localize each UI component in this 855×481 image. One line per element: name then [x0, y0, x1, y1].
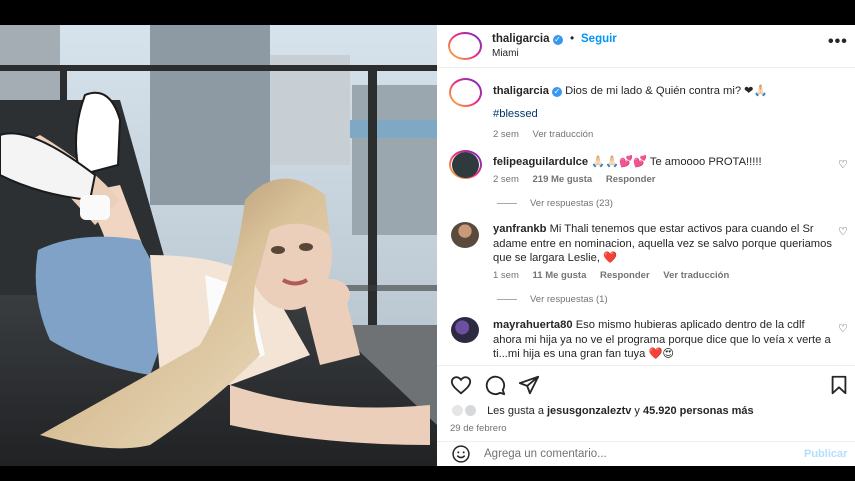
comment-like-heart-icon[interactable]: ♡: [838, 225, 848, 238]
view-replies-button[interactable]: Ver respuestas (23): [497, 198, 613, 209]
comment-text-block: yanfrankb Mi Thali tenemos que estar act…: [493, 222, 833, 266]
comment-like-heart-icon[interactable]: ♡: [838, 322, 848, 335]
comment-text-block: felipeaguilardulce 🙏🏻🙏🏻💕💕 Te amoooo PROT…: [493, 155, 833, 170]
author-username[interactable]: thaligarcia ✓: [492, 33, 563, 45]
comment-meta: 1 sem 11 Me gusta Responder Ver traducci…: [493, 270, 740, 281]
likes-summary[interactable]: Les gusta a jesusgonzaleztv y 45.920 per…: [451, 404, 754, 417]
comment-username[interactable]: mayrahuerta80: [493, 319, 573, 331]
caption-time[interactable]: 2 sem: [493, 129, 519, 140]
comment-translate-link[interactable]: Ver traducción: [663, 270, 729, 281]
post-side-panel: thaligarcia ✓ • Seguir Miami ••• thaligar…: [437, 25, 855, 466]
comment-text: 🙏🏻🙏🏻💕💕 Te amoooo PROTA!!!!!: [591, 156, 762, 168]
comment-text-block: mayrahuerta80 Eso mismo hubieras aplicad…: [493, 318, 833, 362]
post-actions: Les gusta a jesusgonzaleztv y 45.920 per…: [437, 365, 855, 441]
comment-input[interactable]: [484, 445, 784, 463]
liker-username[interactable]: jesusgonzaleztv: [547, 405, 631, 417]
publish-button[interactable]: Publicar: [804, 448, 847, 460]
post-modal: thaligarcia ✓ • Seguir Miami ••• thaligar…: [0, 0, 855, 481]
reply-button[interactable]: Responder: [606, 174, 656, 185]
liker-avatar: [464, 404, 477, 417]
post-photo[interactable]: [0, 25, 437, 466]
follow-button[interactable]: Seguir: [581, 33, 617, 45]
smiley-icon[interactable]: [450, 444, 472, 464]
caption-text-block: thaligarcia ✓ Dios de mi lado & Quién con…: [493, 84, 833, 99]
comment-time[interactable]: 2 sem: [493, 174, 519, 185]
likes-prefix: Les gusta a: [487, 405, 544, 417]
photo-illustration: [0, 25, 437, 466]
post-header: thaligarcia ✓ • Seguir Miami •••: [437, 25, 855, 68]
caption-translate-link[interactable]: Ver traducción: [533, 129, 594, 140]
likes-middle: y: [634, 405, 640, 417]
comment-avatar-photo: [452, 152, 479, 178]
separator-dot: •: [570, 31, 575, 45]
more-options-icon[interactable]: •••: [828, 33, 848, 51]
post-date[interactable]: 29 de febrero: [450, 423, 507, 434]
send-icon[interactable]: [518, 374, 540, 396]
comment-composer: Publicar: [437, 441, 855, 466]
comment-meta: 2 sem 219 Me gusta Responder: [493, 174, 666, 185]
comment-like-heart-icon[interactable]: ♡: [838, 158, 848, 171]
likes-count[interactable]: 45.920 personas más: [643, 405, 754, 417]
comment-likes-count[interactable]: 11 Me gusta: [533, 270, 587, 281]
liker-avatars: [451, 404, 481, 417]
caption-username[interactable]: thaligarcia: [493, 85, 549, 97]
liker-avatar: [451, 404, 464, 417]
post-location[interactable]: Miami: [492, 48, 519, 59]
verified-icon: ✓: [552, 35, 563, 45]
comment-username[interactable]: felipeaguilardulce: [493, 156, 588, 168]
caption-hashtag[interactable]: #blessed: [493, 107, 833, 122]
author-username-text[interactable]: thaligarcia: [492, 33, 550, 45]
comment-username[interactable]: yanfrankb: [493, 223, 546, 235]
caption-avatar[interactable]: [449, 78, 482, 107]
heart-icon[interactable]: [450, 374, 472, 396]
view-replies-button[interactable]: Ver respuestas (1): [497, 294, 608, 305]
caption-meta: 2 sem Ver traducción: [493, 129, 604, 140]
author-avatar[interactable]: [448, 32, 482, 60]
caption-text: Dios de mi lado & Quién contra mi? ❤🙏🏻: [565, 85, 768, 97]
comment-avatar[interactable]: [451, 317, 479, 343]
comment-time[interactable]: 1 sem: [493, 270, 519, 281]
bookmark-icon[interactable]: [828, 374, 850, 396]
comment-likes-count[interactable]: 219 Me gusta: [533, 174, 593, 185]
comment-avatar[interactable]: [451, 222, 479, 248]
comment-icon[interactable]: [484, 374, 506, 396]
verified-icon: ✓: [551, 87, 562, 97]
reply-button[interactable]: Responder: [600, 270, 650, 281]
comments-list[interactable]: thaligarcia ✓ Dios de mi lado & Quién con…: [437, 69, 855, 365]
